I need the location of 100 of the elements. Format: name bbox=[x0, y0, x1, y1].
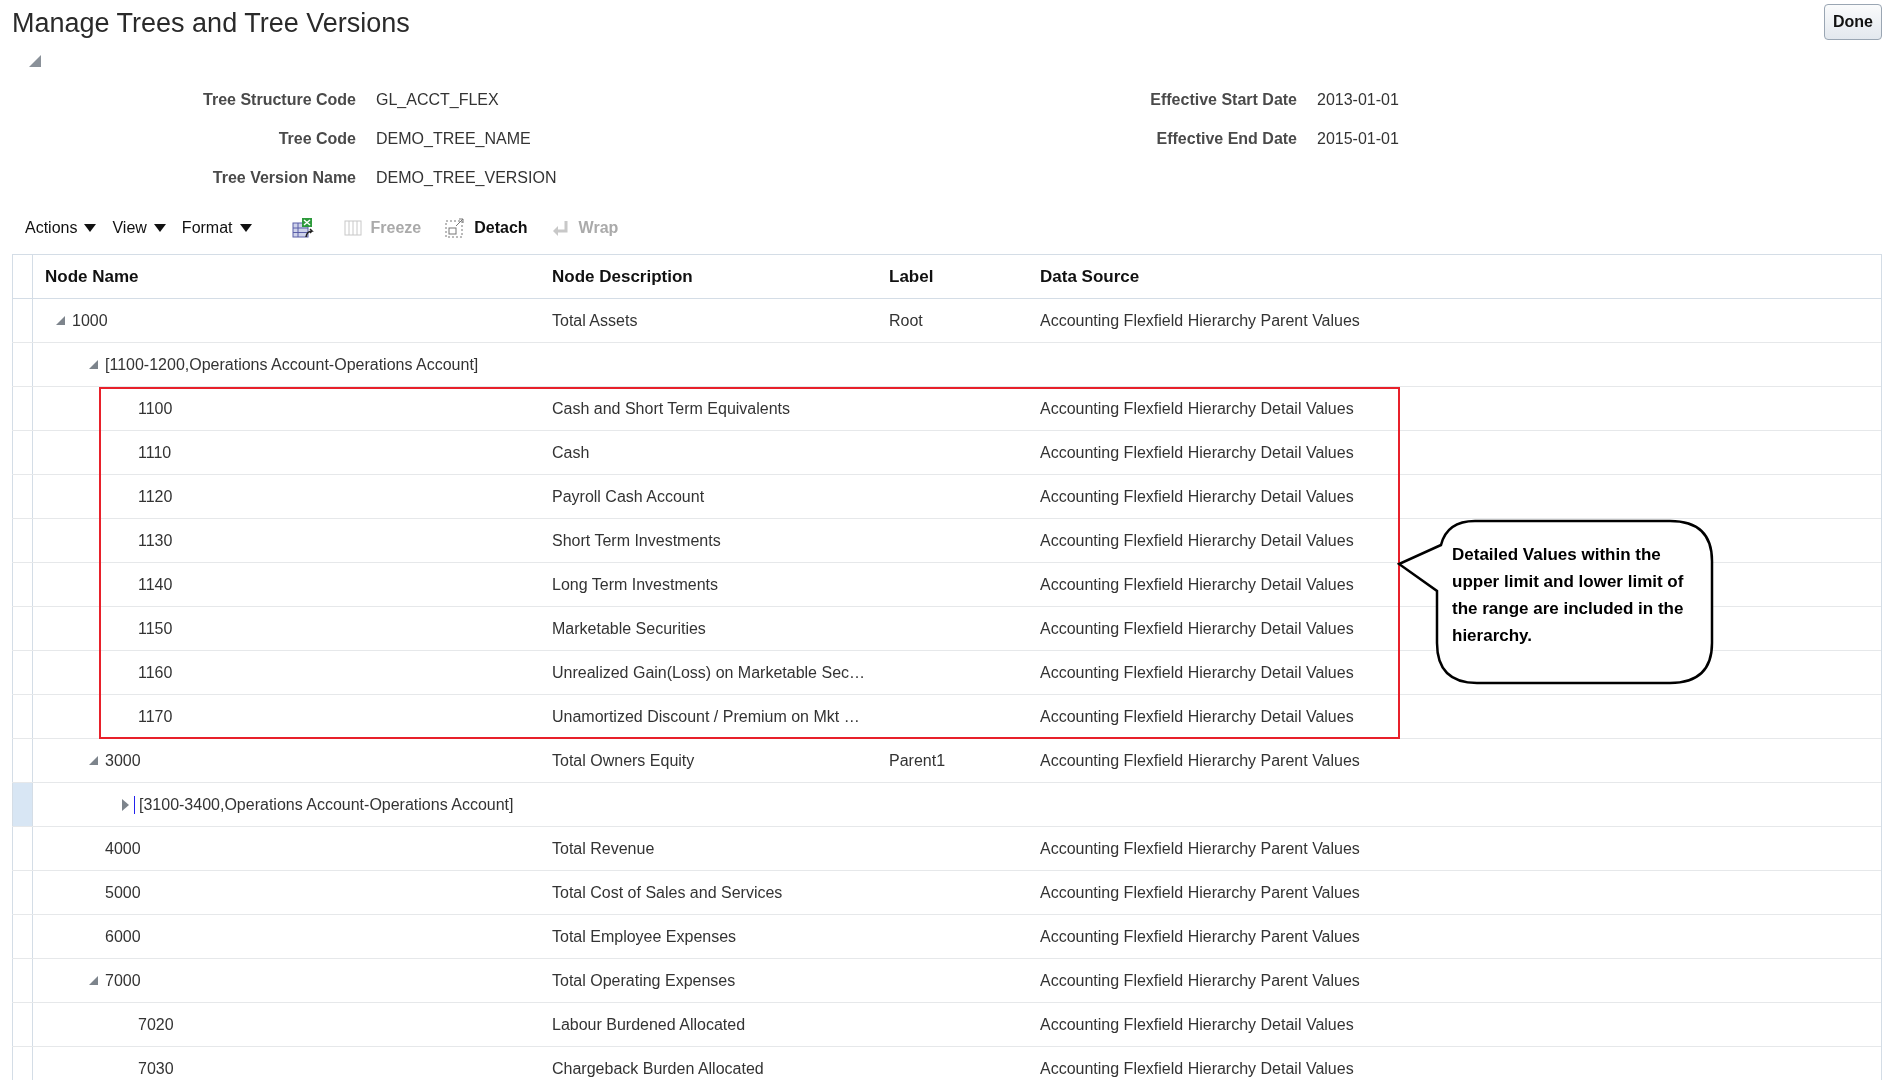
table-cell: Root bbox=[889, 311, 923, 330]
done-button[interactable]: Done bbox=[1824, 4, 1882, 40]
table-cell: Accounting Flexfield Hierarchy Parent Values bbox=[1040, 311, 1360, 330]
table-cell: Accounting Flexfield Hierarchy Detail Values bbox=[1040, 399, 1354, 418]
tree-node-label[interactable]: 1130 bbox=[138, 531, 173, 550]
caret-icon bbox=[153, 223, 166, 233]
expanded-triangle-icon[interactable] bbox=[55, 315, 66, 326]
row-selector[interactable] bbox=[12, 563, 33, 606]
page-title: Manage Trees and Tree Versions bbox=[12, 8, 410, 39]
table-cell: Accounting Flexfield Hierarchy Detail Values bbox=[1040, 531, 1354, 550]
tree-node-label[interactable]: [1100-1200,Operations Account-Operations Account] bbox=[105, 355, 479, 374]
caret-icon bbox=[84, 223, 97, 233]
row-selector[interactable] bbox=[12, 871, 33, 914]
spreadsheet-icon bbox=[291, 217, 314, 239]
table-cell: Marketable Securities bbox=[552, 619, 706, 638]
tree-node-label[interactable]: 1160 bbox=[138, 663, 173, 682]
column-header: Data Source bbox=[1040, 265, 1141, 288]
field-value: 2015-01-01 bbox=[1317, 130, 1399, 148]
table-cell: Total Operating Expenses bbox=[552, 971, 736, 990]
row-selector[interactable] bbox=[12, 783, 33, 826]
table-cell: Unamortized Discount / Premium on Mkt … bbox=[552, 707, 860, 726]
row-selector[interactable] bbox=[12, 1003, 33, 1046]
table-cell: Labour Burdened Allocated bbox=[552, 1015, 746, 1034]
table-cell: Chargeback Burden Allocated bbox=[552, 1059, 764, 1078]
row-selector[interactable] bbox=[12, 475, 33, 518]
tree-node-label[interactable]: 1100 bbox=[138, 399, 173, 418]
row-selector[interactable] bbox=[12, 739, 33, 782]
row-selector[interactable] bbox=[12, 695, 33, 738]
tree-node-label[interactable]: 6000 bbox=[105, 927, 141, 946]
row-selector[interactable] bbox=[12, 607, 33, 650]
detach-button[interactable]: Detach bbox=[445, 218, 528, 238]
table-cell: Accounting Flexfield Hierarchy Detail Values bbox=[1040, 1059, 1354, 1078]
table-cell: Unrealized Gain(Loss) on Marketable Sec… bbox=[552, 663, 866, 682]
table-cell: Accounting Flexfield Hierarchy Parent Values bbox=[1040, 751, 1360, 770]
row-selector[interactable] bbox=[12, 1047, 33, 1080]
menu-button[interactable]: View bbox=[112, 219, 166, 237]
row-selector[interactable] bbox=[12, 915, 33, 958]
table-cell: Total Owners Equity bbox=[552, 751, 695, 770]
tree-node-label[interactable]: 1150 bbox=[138, 619, 173, 638]
tree-node-label[interactable]: 1170 bbox=[138, 707, 173, 726]
row-selector[interactable] bbox=[12, 827, 33, 870]
menu-button[interactable]: Format bbox=[181, 219, 252, 237]
tree-node-label[interactable]: 7000 bbox=[105, 971, 141, 990]
table-cell: Accounting Flexfield Hierarchy Detail Values bbox=[1040, 575, 1354, 594]
expanded-triangle-icon[interactable] bbox=[88, 755, 99, 766]
caret-icon bbox=[239, 223, 252, 233]
row-selector[interactable] bbox=[12, 387, 33, 430]
detach-icon bbox=[445, 218, 466, 238]
callout-text: Detailed Values within the upper limit and lower limit of the range are included in the hierarchy. bbox=[1452, 544, 1684, 647]
field-value: DEMO_TREE_NAME bbox=[376, 130, 531, 148]
row-selector[interactable] bbox=[12, 431, 33, 474]
tree-node-label[interactable]: 1140 bbox=[138, 575, 173, 594]
column-header: Node Name bbox=[44, 265, 140, 288]
table-cell: Accounting Flexfield Hierarchy Detail Values bbox=[1040, 443, 1354, 462]
field-value: 2013-01-01 bbox=[1317, 91, 1399, 109]
tree-node-label[interactable]: 1120 bbox=[138, 487, 173, 506]
expanded-triangle-icon[interactable] bbox=[88, 359, 99, 370]
table-cell: Accounting Flexfield Hierarchy Parent Values bbox=[1040, 883, 1360, 902]
field-label: Effective Start Date bbox=[1149, 91, 1297, 109]
table-cell: Accounting Flexfield Hierarchy Detail Values bbox=[1040, 707, 1354, 726]
table-cell: Long Term Investments bbox=[552, 575, 718, 594]
tree-node-label[interactable]: 3000 bbox=[105, 751, 141, 770]
table-cell: Accounting Flexfield Hierarchy Parent Values bbox=[1040, 839, 1360, 858]
field-label: Tree Version Name bbox=[211, 169, 356, 187]
field-label: Effective End Date bbox=[1155, 130, 1297, 148]
collapse-toggle-icon[interactable] bbox=[28, 54, 42, 68]
table-cell: Total Employee Expenses bbox=[552, 927, 737, 946]
wrap-icon bbox=[551, 219, 570, 237]
row-selector[interactable] bbox=[12, 651, 33, 694]
tree-node-label[interactable]: 7020 bbox=[138, 1015, 174, 1034]
menu-button[interactable]: Actions bbox=[25, 219, 97, 237]
columns-icon bbox=[343, 219, 362, 237]
column-header: Node Description bbox=[552, 265, 694, 288]
table-cell: Total Cost of Sales and Services bbox=[552, 883, 783, 902]
field-value: GL_ACCT_FLEX bbox=[376, 91, 499, 109]
field-label: Tree Code bbox=[277, 130, 356, 148]
table-cell: Accounting Flexfield Hierarchy Parent Values bbox=[1040, 971, 1360, 990]
row-selector[interactable] bbox=[12, 519, 33, 562]
tree-node-label[interactable]: [3100-3400,Operations Account-Operations Account] bbox=[139, 795, 514, 814]
table-cell: Total Revenue bbox=[552, 839, 655, 858]
export-button[interactable] bbox=[291, 217, 314, 239]
tree-node-label[interactable]: 1000 bbox=[72, 311, 108, 330]
table-cell: Payroll Cash Account bbox=[552, 487, 705, 506]
tree-node-label[interactable]: 1110 bbox=[138, 443, 172, 462]
tree-node-label[interactable]: 4000 bbox=[105, 839, 141, 858]
table-cell: Parent1 bbox=[889, 751, 946, 770]
table-cell: Accounting Flexfield Hierarchy Detail Values bbox=[1040, 663, 1354, 682]
expanded-triangle-icon[interactable] bbox=[88, 975, 99, 986]
table-cell: Total Assets bbox=[552, 311, 638, 330]
table-cell: Short Term Investments bbox=[552, 531, 721, 550]
row-selector[interactable] bbox=[12, 299, 33, 342]
collapsed-triangle-icon[interactable] bbox=[121, 798, 130, 811]
tree-node-label[interactable]: 5000 bbox=[105, 883, 141, 902]
table-cell: Accounting Flexfield Hierarchy Detail Values bbox=[1040, 1015, 1354, 1034]
row-selector[interactable] bbox=[12, 343, 33, 386]
table-cell: Accounting Flexfield Hierarchy Parent Values bbox=[1040, 927, 1360, 946]
row-selector[interactable] bbox=[12, 959, 33, 1002]
tree-node-label[interactable]: 7030 bbox=[138, 1059, 174, 1078]
table-cell: Cash and Short Term Equivalents bbox=[552, 399, 791, 418]
column-header: Label bbox=[889, 265, 935, 288]
